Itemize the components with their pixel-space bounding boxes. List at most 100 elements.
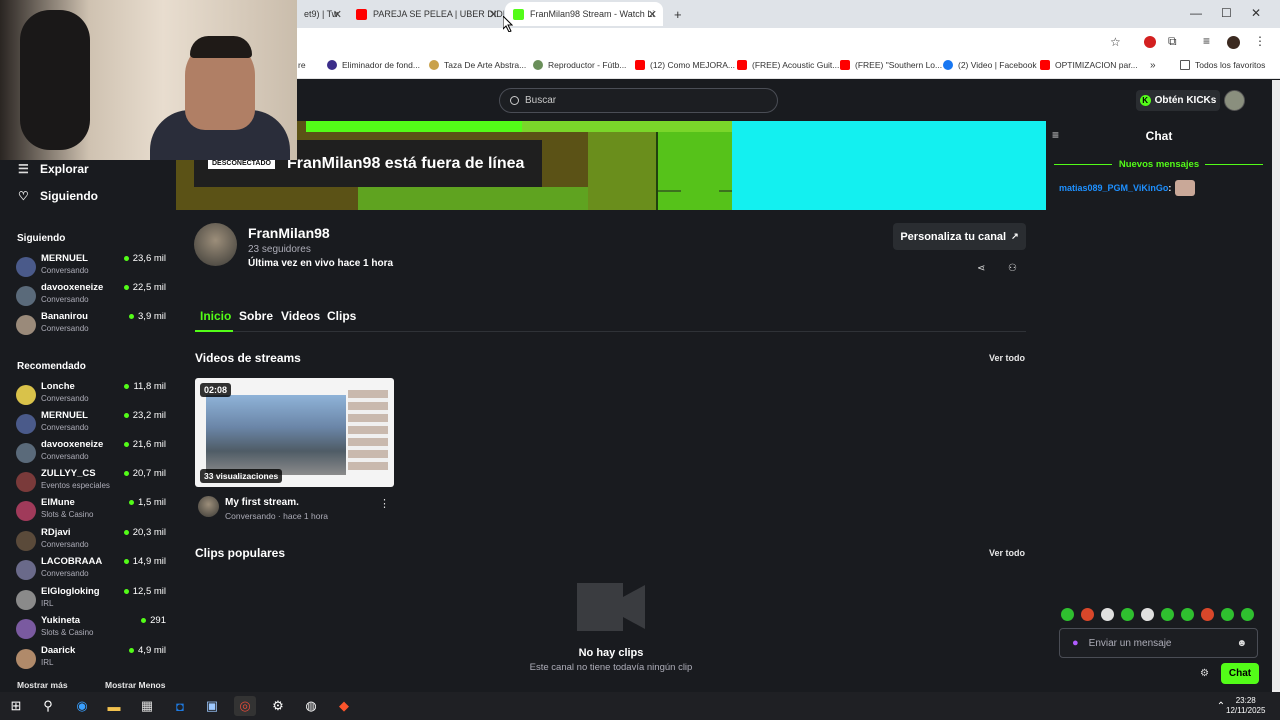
channel-item[interactable]: Lonche Conversando 11,8 mil (16, 381, 166, 407)
emote-icon[interactable] (1081, 608, 1094, 621)
tab-videos[interactable]: Videos (281, 309, 320, 323)
show-more-link[interactable]: Mostrar más (17, 680, 68, 690)
tab-clips[interactable]: Clips (327, 309, 356, 323)
bookmark[interactable]: Eliminador de fond... (327, 60, 420, 70)
viewer-count-label: 11,8 mil (133, 381, 166, 392)
channel-item[interactable]: LACOBRAAA Conversando 14,9 mil (16, 556, 166, 582)
add-user-icon[interactable]: ⚇ (1008, 263, 1017, 274)
channel-item[interactable]: ZULLYY_CS Eventos especiales 20,7 mil (16, 468, 166, 494)
bookmark[interactable]: (12) Como MEJORA... (635, 60, 735, 70)
new-tab-button[interactable]: + (666, 2, 686, 26)
channel-item[interactable]: MERNUEL Conversando 23,2 mil (16, 410, 166, 436)
video-title[interactable]: My first stream. (225, 497, 299, 508)
bookmark[interactable]: (FREE) Acoustic Guit... (737, 60, 839, 70)
channel-avatar[interactable] (194, 223, 237, 266)
profile-icon[interactable] (1227, 36, 1240, 49)
video-camera-icon (577, 583, 645, 631)
file-explorer-icon[interactable]: ▬ (103, 696, 125, 716)
clips-see-all-link[interactable]: Ver todo (989, 548, 1025, 558)
close-tab-icon[interactable]: ✕ (648, 8, 657, 21)
store-icon[interactable]: ▦ (136, 696, 158, 716)
brave-icon[interactable]: ◆ (333, 696, 355, 716)
viewer-count: 23,2 mil (123, 410, 166, 421)
close-window-icon[interactable]: ✕ (1251, 6, 1261, 20)
close-tab-icon[interactable]: ✕ (489, 8, 498, 21)
close-tab-icon[interactable]: ✕ (333, 8, 342, 21)
emote-icon[interactable] (1101, 608, 1114, 621)
edge-icon[interactable]: ◉ (71, 696, 93, 716)
search-input[interactable]: Buscar (499, 88, 778, 113)
gear-icon[interactable]: ⚙ (267, 696, 289, 716)
emote-icon[interactable] (1241, 608, 1254, 621)
browser-tab-active[interactable]: FranMilan98 Stream - Watch Li ✕ (505, 2, 663, 26)
kicks-icon: K (1139, 95, 1151, 106)
emote-icon[interactable] (1121, 608, 1134, 621)
channel-item[interactable]: MERNUEL Conversando 23,6 mil (16, 253, 166, 279)
bookmark[interactable]: Todos los favoritos (1180, 60, 1265, 70)
emote-icon[interactable] (1201, 608, 1214, 621)
get-kicks-button[interactable]: K Obtén KICKs (1136, 90, 1220, 111)
gear-icon[interactable]: ⚙ (1200, 668, 1209, 679)
channel-category: Conversando (41, 324, 89, 333)
show-less-link[interactable]: Mostrar Menos (105, 680, 165, 690)
extension-icon[interactable] (1144, 36, 1156, 48)
minimize-icon[interactable]: — (1190, 6, 1202, 20)
emote-icon[interactable] (1181, 608, 1194, 621)
more-bookmarks-icon[interactable]: » (1150, 60, 1156, 71)
bookmark-label: (FREE) "Southern Lo... (855, 60, 943, 70)
bookmark[interactable]: Taza De Arte Abstra... (429, 60, 526, 70)
emoji-icon[interactable]: ☻ (1236, 638, 1247, 649)
channel-item[interactable]: davooxeneize Conversando 22,5 mil (16, 282, 166, 308)
puzzle-icon[interactable]: ⧉ (1168, 34, 1177, 49)
media-icon[interactable]: ≡ (1203, 34, 1210, 48)
channel-item[interactable]: davooxeneize Conversando 21,6 mil (16, 439, 166, 465)
bookmark[interactable]: (FREE) "Southern Lo... (840, 60, 942, 70)
more-vertical-icon[interactable]: ⋮ (379, 497, 390, 510)
window-icon[interactable]: ▣ (201, 696, 223, 716)
browser-tab[interactable]: PAREJA SE PELEA | UBER DIDI A ✕ (348, 2, 504, 26)
emote-icon[interactable] (1221, 608, 1234, 621)
chat-username[interactable]: matias089_PGM_ViKinGo (1059, 183, 1168, 193)
microphone-icon[interactable]: ● (1072, 637, 1079, 649)
bookmark[interactable]: (2) Video | Facebook (943, 60, 1037, 70)
chat-input[interactable]: ● Enviar un mensaje ☻ (1059, 628, 1258, 658)
live-dot-icon (123, 530, 129, 535)
more-vertical-icon[interactable]: ⋮ (1254, 34, 1266, 48)
user-avatar[interactable] (1224, 90, 1245, 111)
channel-name: ElGlogloking (41, 586, 100, 597)
videos-see-all-link[interactable]: Ver todo (989, 353, 1025, 363)
channel-item[interactable]: ElMune Slots & Casino 1,5 mil (16, 497, 166, 523)
nav-explore[interactable]: ☰ Explorar (18, 162, 89, 176)
emote-icon[interactable] (1061, 608, 1074, 621)
windows-start-icon[interactable]: ⊞ (5, 696, 27, 716)
share-icon[interactable]: ⋖ (977, 263, 985, 274)
channel-item[interactable]: RDjavi Conversando 20,3 mil (16, 527, 166, 553)
emote-icon[interactable] (1161, 608, 1174, 621)
chat-send-button[interactable]: Chat (1221, 663, 1259, 684)
bookmark-icon (327, 60, 337, 70)
youtube-icon (635, 60, 645, 70)
channel-item[interactable]: ElGlogloking IRL 12,5 mil (16, 586, 166, 612)
bookmark-label: Reproductor - Fútb... (548, 60, 627, 70)
channel-item[interactable]: Yukineta Slots & Casino 291 (16, 615, 166, 641)
channel-item[interactable]: Bananirou Conversando 3,9 mil (16, 311, 166, 337)
customize-channel-button[interactable]: Personaliza tu canal ↗ (893, 223, 1026, 250)
star-icon[interactable]: ☆ (1110, 35, 1121, 49)
outlook-icon[interactable]: ◘ (169, 696, 191, 716)
tab-about[interactable]: Sobre (239, 309, 273, 323)
emote-icon[interactable] (1141, 608, 1154, 621)
tab-home[interactable]: Inicio (200, 309, 231, 323)
bookmark[interactable]: OPTIMIZACION par... (1040, 60, 1138, 70)
maximize-icon[interactable]: ☐ (1221, 6, 1232, 20)
search-icon[interactable]: ⚲ (37, 696, 59, 716)
browser-tab[interactable]: et9) | Tw ✕ (296, 2, 348, 26)
obs-icon[interactable]: ◍ (300, 696, 322, 716)
chrome-icon[interactable]: ◎ (234, 696, 256, 716)
video-thumbnail[interactable]: 02:08 33 visualizaciones (195, 378, 394, 487)
bookmark[interactable]: re (298, 60, 306, 70)
taskbar-clock[interactable]: 23:28 12/11/2025 (1226, 696, 1265, 716)
bookmark[interactable]: Reproductor - Fútb... (533, 60, 626, 70)
avatar (16, 590, 36, 610)
nav-following[interactable]: ♡ Siguiendo (18, 189, 98, 203)
viewer-count: 14,9 mil (123, 556, 166, 567)
